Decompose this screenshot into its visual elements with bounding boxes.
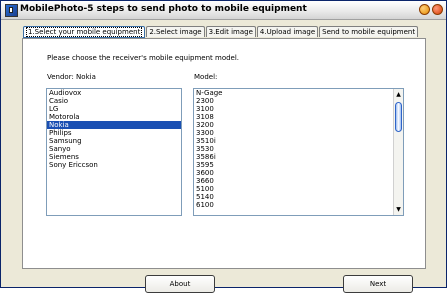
- window-title: MobilePhoto-5 steps to send photo to mob…: [20, 4, 307, 14]
- model-item[interactable]: 5140: [194, 193, 403, 201]
- tab-send-to-mobile[interactable]: Send to mobile equipment: [319, 26, 419, 37]
- tab-select-image[interactable]: 2.Select image: [146, 26, 205, 37]
- close-icon[interactable]: [432, 4, 443, 15]
- arrow-up-icon[interactable]: ▲: [394, 90, 403, 99]
- vendor-item[interactable]: Philips: [47, 129, 181, 137]
- model-scrollbar[interactable]: ▲ ▼: [393, 89, 403, 215]
- model-item[interactable]: 5100: [194, 185, 403, 193]
- model-label: Model:: [194, 73, 218, 81]
- model-item[interactable]: 3108: [194, 113, 403, 121]
- vendor-item[interactable]: Samsung: [47, 137, 181, 145]
- about-button[interactable]: About: [145, 275, 215, 293]
- vendor-item[interactable]: Nokia: [47, 121, 181, 129]
- vendor-item[interactable]: Casio: [47, 97, 181, 105]
- model-item[interactable]: N-Gage: [194, 89, 403, 97]
- vendor-item[interactable]: Sanyo: [47, 145, 181, 153]
- model-item[interactable]: 3595: [194, 161, 403, 169]
- app-icon: [5, 4, 18, 17]
- model-item[interactable]: 3660: [194, 177, 403, 185]
- vendor-item[interactable]: Siemens: [47, 153, 181, 161]
- model-listbox[interactable]: N-Gage 2300 3100 3108 3200 3300 3510i 3530 3586i…: [193, 88, 404, 216]
- tab-select-mobile-equipment[interactable]: 1.Select your mobile equipment: [23, 26, 146, 38]
- vendor-listbox[interactable]: Audiovox Casio LG Motorola Nokia Philips Samsu…: [46, 88, 182, 216]
- model-item[interactable]: 3300: [194, 129, 403, 137]
- tab-edit-image[interactable]: 3.Edit image: [205, 26, 256, 37]
- vendor-item[interactable]: Audiovox: [47, 89, 181, 97]
- title-bar: MobilePhoto-5 steps to send photo to mob…: [1, 1, 446, 20]
- model-item[interactable]: 3600: [194, 169, 403, 177]
- arrow-down-icon[interactable]: ▼: [394, 205, 403, 214]
- model-item[interactable]: 2300: [194, 97, 403, 105]
- vendor-item[interactable]: LG: [47, 105, 181, 113]
- model-item[interactable]: 3510i: [194, 137, 403, 145]
- app-window: MobilePhoto-5 steps to send photo to mob…: [0, 0, 447, 293]
- instruction-text: Please choose the receiver's mobile equi…: [47, 54, 240, 62]
- model-item[interactable]: 3586i: [194, 153, 403, 161]
- next-button[interactable]: Next: [343, 275, 413, 293]
- vendor-item[interactable]: Sony Ericcson: [47, 161, 181, 169]
- model-item[interactable]: 6100: [194, 201, 403, 209]
- model-item[interactable]: 3100: [194, 105, 403, 113]
- model-item[interactable]: 3530: [194, 145, 403, 153]
- vendor-item[interactable]: Motorola: [47, 113, 181, 121]
- model-item[interactable]: 3200: [194, 121, 403, 129]
- step-tabs: 1.Select your mobile equipment 2.Select …: [23, 26, 419, 38]
- tab-upload-image[interactable]: 4.Upload image: [256, 26, 319, 37]
- vendor-label: Vendor: Nokia: [47, 73, 96, 81]
- minimize-icon[interactable]: [419, 4, 430, 15]
- scroll-thumb[interactable]: [395, 102, 402, 132]
